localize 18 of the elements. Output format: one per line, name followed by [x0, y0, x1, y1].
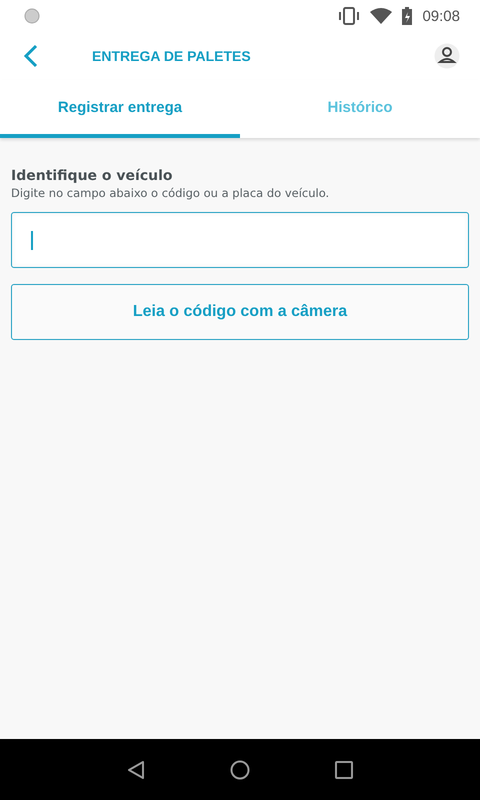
- section-title: Identifique o veículo: [11, 168, 174, 184]
- tab[interactable]: Registrar entrega: [0, 80, 240, 138]
- hint-text: Digite no campo abaixo o código ou a placa do veículo.: [11, 186, 330, 200]
- input-field[interactable]: [11, 212, 469, 268]
- text-cursor-icon: [31, 230, 33, 250]
- recents-icon[interactable]: [334, 760, 353, 778]
- back-icon[interactable]: [24, 44, 38, 68]
- battery-icon: [402, 7, 412, 25]
- camera-dot-icon: [24, 8, 40, 24]
- tab[interactable]: Histórico: [240, 80, 480, 138]
- camera-button[interactable]: Leia o código com a câmera: [11, 284, 469, 340]
- back-icon[interactable]: [127, 760, 146, 780]
- wifi-icon: [370, 8, 392, 24]
- header-title: ENTREGA DE PALETES: [92, 48, 252, 64]
- user-icon[interactable]: [434, 43, 460, 69]
- status-time: 09:08: [422, 8, 460, 24]
- home-icon[interactable]: [230, 760, 250, 780]
- vibrate-icon: [338, 7, 360, 25]
